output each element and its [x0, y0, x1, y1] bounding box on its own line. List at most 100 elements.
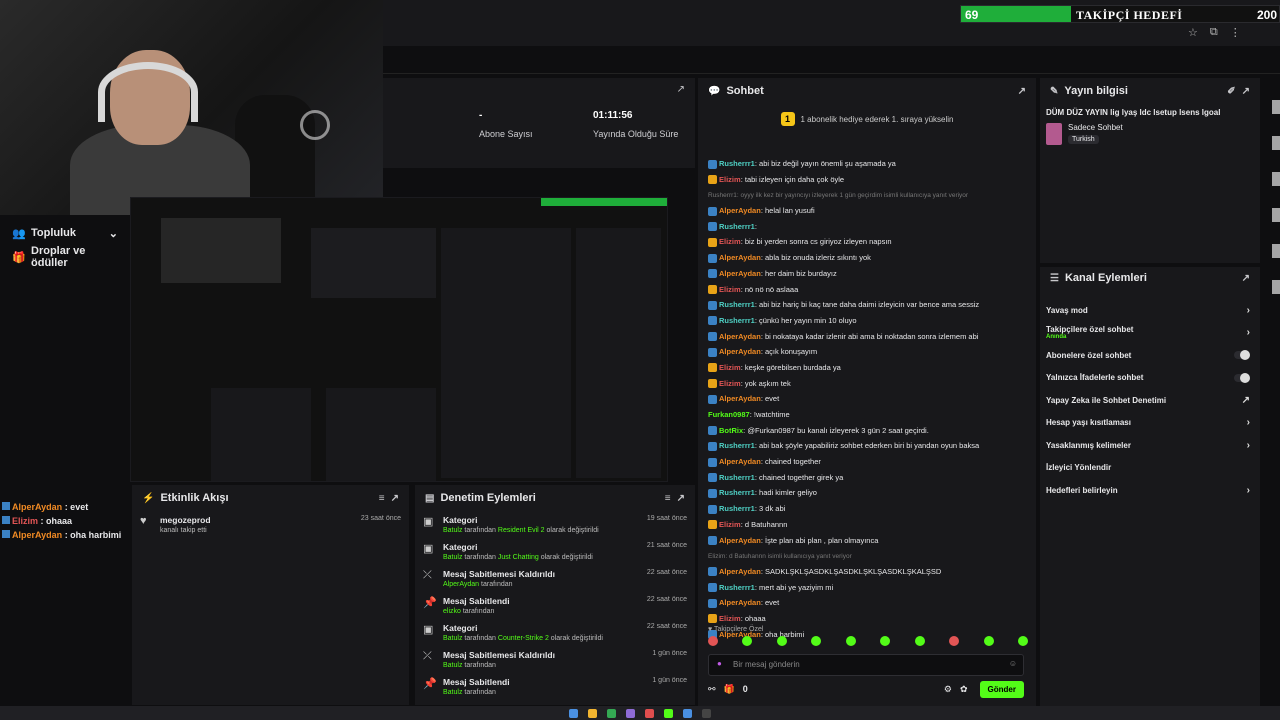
chat-message: Elizim: nö nö nö aslaaa [708, 282, 1028, 298]
badge-icon [708, 332, 717, 342]
emote-bar [708, 636, 1028, 646]
preview-side [576, 228, 661, 478]
nav-drops[interactable]: 🎁 Droplar ve ödüller [0, 245, 130, 269]
chat-icon: 💬 [708, 85, 721, 97]
crown-icon [708, 237, 717, 247]
modlog-title: Denetim Eylemleri [440, 492, 536, 504]
overlay-chat-line: AlperAydan : oha harbimi [0, 528, 130, 542]
chat-message: AlperAydan: chained together [708, 454, 1028, 470]
chat-message: Furkan0987: !watchtime [708, 410, 790, 419]
star-icon[interactable]: ☆ [1188, 26, 1198, 40]
badge-icon [708, 567, 717, 577]
popout-icon[interactable]: ↗ [1018, 86, 1026, 97]
chat-message: AlperAydan: evet [708, 595, 1028, 611]
follower-goal-bar: 69 TAKİPÇİ HEDEFİ 200 [960, 5, 1280, 23]
chat-message: AlperAydan: evet [708, 391, 1028, 407]
language-tag: Turkish [1068, 135, 1099, 144]
channel-action-7[interactable]: İzleyici Yönlendir [1040, 457, 1260, 480]
modlog-item: 📌 Mesaj Sabitlendi elizko tarafından 22 … [423, 596, 687, 615]
badge-icon [708, 159, 717, 169]
badge-icon [708, 426, 717, 436]
channel-action-0[interactable]: Yavaş mod › [1040, 299, 1260, 322]
pin-icon: 📌 [423, 678, 437, 690]
chat-input[interactable]: ● Bir mesaj gönderin ☺ [708, 654, 1024, 676]
chat-message: Rusherrr1: abi biz hariç bi kaç tane dah… [708, 297, 1028, 313]
popout-icon[interactable]: ↗ [1242, 273, 1250, 284]
goal-current: 69 [965, 8, 979, 22]
filter-icon[interactable]: ≡ [379, 493, 385, 504]
right-toolbar [1262, 78, 1280, 698]
chevron-down-icon: ⌄ [108, 227, 118, 240]
unpin-icon: ⤫ [423, 650, 432, 662]
emote-icon[interactable] [914, 636, 925, 646]
emote-icon[interactable] [949, 636, 960, 646]
community-icon: 👥 [12, 228, 26, 240]
link-icon[interactable]: ⚯ [708, 684, 716, 695]
badge-icon [708, 488, 717, 498]
emote-icon[interactable] [811, 636, 822, 646]
left-sidebar: 👥 Topluluk ⌄ 🎁 Droplar ve ödüller [0, 215, 130, 720]
modlog-item: ▣ Kategori Batulz tarafından Counter-Str… [423, 623, 687, 642]
unpin-icon: ⤫ [423, 569, 432, 581]
popout-icon[interactable]: ↗ [677, 84, 685, 95]
toggle-switch[interactable] [1234, 372, 1250, 383]
emote-icon[interactable] [742, 636, 753, 646]
chat-message: Rusherrr1: oyyy ilk kez bir yayıncıyı iz… [708, 192, 969, 200]
chat-message: Elizim: d Batuhannn [708, 517, 1028, 533]
toggle-switch[interactable] [1234, 350, 1250, 361]
channel-actions-panel: ☰ Kanal Eylemleri ↗ Yavaş mod › Takipçiler… [1040, 267, 1260, 707]
channel-action-2[interactable]: Abonelere özel sohbet [1040, 344, 1260, 367]
send-button[interactable]: Gönder [979, 680, 1024, 698]
overlay-chat-line: AlperAydan : evet [0, 500, 130, 514]
gear-icon[interactable]: ✿ [960, 684, 968, 695]
settings-icon[interactable]: ⚙ [944, 684, 952, 695]
crown-icon [708, 520, 717, 530]
stream-title: DÜM DÜZ YAYIN lig lyaş ldc lsetup lsens … [1046, 108, 1221, 117]
chat-message: Elizim: ohaaa [708, 611, 1028, 627]
category-name: Sadece Sohbet [1068, 123, 1123, 132]
badge-icon [708, 583, 717, 593]
folder-icon: ▣ [423, 516, 434, 528]
activity-title: Etkinlik Akışı [160, 492, 229, 504]
channel-action-4[interactable]: Yapay Zeka ile Sohbet Denetimi ↗ [1040, 389, 1260, 412]
popout-icon[interactable]: ↗ [1242, 86, 1250, 97]
popout-icon[interactable]: ↗ [677, 493, 685, 504]
emote-icon[interactable] [845, 636, 856, 646]
crown-icon [708, 285, 717, 295]
pencil-icon[interactable]: ✐ [1227, 86, 1235, 97]
emote-icon[interactable] [983, 636, 994, 646]
channel-action-1[interactable]: Takipçilere özel sohbet Anında › [1040, 322, 1260, 345]
filter-icon[interactable]: ≡ [665, 493, 671, 504]
nav-community[interactable]: 👥 Topluluk ⌄ [0, 221, 130, 245]
channel-action-8[interactable]: Hedefleri belirleyin › [1040, 479, 1260, 502]
chat-message: Rusherrr1: mert abi ye yaziyim mi [708, 580, 1028, 596]
channel-action-5[interactable]: Hesap yaşı kısıtlaması › [1040, 412, 1260, 435]
badge-icon [708, 347, 717, 357]
emote-icon[interactable] [708, 636, 718, 646]
chat-message: BotRix: @Furkan0987 bu kanalı izleyerek … [708, 423, 1028, 439]
pinned-banner[interactable]: 1 1 abonelik hediye ederek 1. sıraya yük… [698, 104, 1036, 134]
gift-icon[interactable]: 🎁 [724, 684, 735, 695]
chevron-right-icon: › [1246, 327, 1250, 339]
badge-icon [708, 536, 717, 546]
emote-icon[interactable] [880, 636, 891, 646]
emoji-icon[interactable]: ☺ [1009, 659, 1017, 668]
channel-action-6[interactable]: Yasaklanmış kelimeler › [1040, 434, 1260, 457]
popout-icon[interactable]: ↗ [391, 493, 399, 504]
info-title: Yayın bilgisi [1064, 85, 1128, 97]
chat-panel: 💬 Sohbet ↗ 1 1 abonelik hediye ederek 1.… [698, 78, 1036, 706]
chat-message: Rusherrr1: hadi kimler geliyo [708, 485, 1028, 501]
badge-icon [708, 222, 717, 232]
crown-icon [708, 379, 717, 389]
heart-icon: ♥ [140, 515, 147, 527]
chat-message: Elizim: d Batuhannn isimli kullanıcıya y… [708, 553, 852, 561]
category-thumbnail [1046, 123, 1062, 145]
preview-activity [211, 388, 311, 481]
crown-icon [708, 614, 717, 624]
browser-menu-icon[interactable]: ⋮ [1230, 26, 1241, 40]
emote-icon[interactable] [1017, 636, 1028, 646]
emote-icon[interactable] [776, 636, 787, 646]
chat-message: AlperAydan: SADKLŞKLŞASDKLŞASDKLŞKLŞASDK… [708, 564, 1028, 580]
extensions-icon[interactable]: ⧉ [1210, 26, 1218, 40]
channel-action-3[interactable]: Yalnızca İfadelerle sohbet [1040, 367, 1260, 390]
